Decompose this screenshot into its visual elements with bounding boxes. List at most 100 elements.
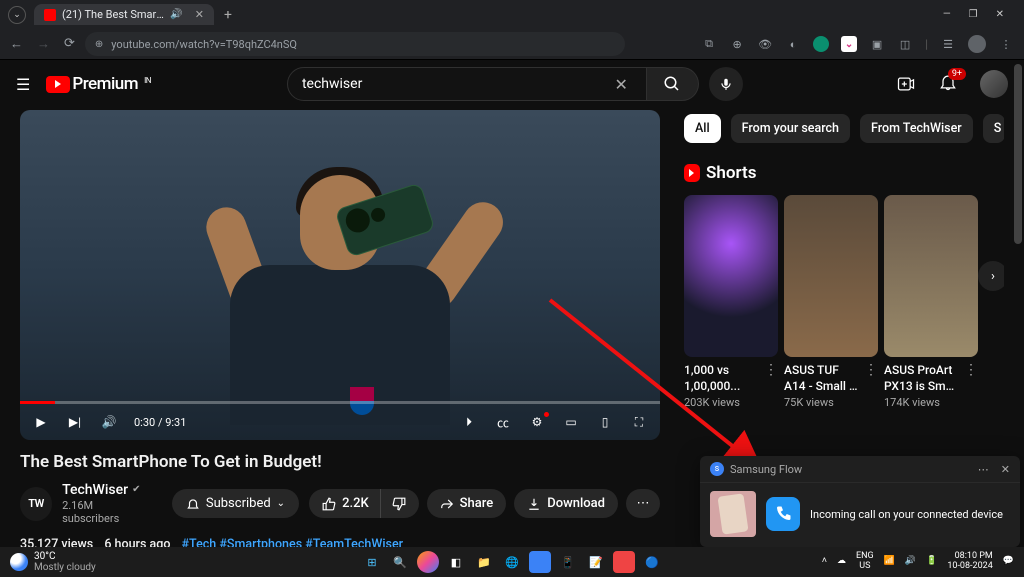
browser-profile-icon[interactable]	[968, 35, 986, 53]
windows-notification[interactable]: s Samsung Flow ⋯ ✕ Incoming call on your…	[700, 456, 1020, 547]
search-box[interactable]: ✕	[287, 67, 647, 101]
chip-more[interactable]: S	[983, 114, 1004, 143]
phone-link-icon[interactable]: 📱	[557, 551, 579, 573]
ext-pip-icon[interactable]: ▣	[869, 36, 885, 52]
notifications-button[interactable]: 9+	[938, 72, 958, 96]
settings-icon[interactable]: ⚙	[528, 415, 546, 429]
site-info-icon[interactable]: ⊕	[95, 39, 103, 50]
account-avatar[interactable]	[980, 70, 1008, 98]
bell-small-icon	[186, 497, 200, 511]
youtube-logo[interactable]: Premium IN	[46, 74, 151, 94]
url-text: youtube.com/watch?v=T98qhZC4nSQ	[111, 38, 297, 51]
ext-pocket-icon[interactable]: ⌄	[841, 36, 857, 52]
task-view-icon[interactable]: ◧	[445, 551, 467, 573]
download-button[interactable]: Download	[514, 489, 618, 518]
taskbar-weather[interactable]: 30°C Mostly cloudy	[10, 551, 96, 573]
next-icon[interactable]: ▶|	[66, 415, 84, 429]
autoplay-toggle[interactable]: ⏵	[460, 415, 478, 430]
windows-taskbar[interactable]: 30°C Mostly cloudy ⊞ 🔍 ◧ 📁 🌐 📱 📝 🔵 ˄ ☁ E…	[0, 547, 1024, 577]
notif-app-name: Samsung Flow	[730, 463, 802, 476]
edge-icon[interactable]: 🔵	[641, 551, 663, 573]
notification-center-icon[interactable]: 💬	[1003, 557, 1014, 567]
onedrive-icon[interactable]: ☁	[837, 557, 846, 567]
tab-close-icon[interactable]: ✕	[195, 8, 204, 21]
address-bar[interactable]: ⊕ youtube.com/watch?v=T98qhZC4nSQ	[85, 32, 625, 56]
shorts-next-icon[interactable]: ›	[978, 261, 1004, 291]
browser-tab[interactable]: (21) The Best SmartPhone T 🔊 ✕	[34, 4, 214, 25]
samsung-icon[interactable]	[529, 551, 551, 573]
like-button[interactable]: 2.2K	[309, 489, 381, 518]
ext-icon-1[interactable]: ◐	[785, 36, 801, 52]
zoom-icon[interactable]: ⊕	[729, 36, 745, 52]
search-icon	[663, 75, 681, 93]
system-tray[interactable]: ˄ ☁ ENG US 📶 🔊 🔋 08:10 PM 10-08-2024 💬	[822, 552, 1014, 572]
browser-menu-icon[interactable]: ⋮	[998, 36, 1014, 52]
eye-off-icon[interactable]: 👁	[757, 36, 773, 52]
tray-chevron-icon[interactable]: ˄	[822, 557, 827, 567]
channel-avatar[interactable]: TW	[20, 487, 52, 521]
back-icon[interactable]: ←	[10, 36, 23, 52]
volume-icon[interactable]: 🔊	[100, 415, 118, 429]
miniplayer-icon[interactable]: ▭	[562, 415, 580, 429]
ext-green-icon[interactable]	[813, 36, 829, 52]
primary-column: ▶ ▶| 🔊 0:30 / 9:31 ⏵ ㏄ ⚙ ▭ ▯ ⛶ The Best …	[20, 108, 660, 547]
search-taskbar-icon[interactable]: 🔍	[389, 551, 411, 573]
notif-body: Incoming call on your connected device	[700, 483, 1020, 547]
short-menu-icon[interactable]: ⋮	[964, 363, 978, 377]
reload-icon[interactable]: ⟳	[64, 36, 75, 52]
samsung-flow-icon: s	[710, 462, 724, 476]
open-external-icon[interactable]: ⧉	[701, 36, 717, 52]
wifi-icon[interactable]: 📶	[884, 557, 895, 567]
subscribe-button[interactable]: Subscribed ⌄	[172, 489, 299, 518]
fullscreen-icon[interactable]: ⛶	[630, 415, 648, 430]
create-icon[interactable]	[896, 74, 916, 94]
volume-tray-icon[interactable]: 🔊	[905, 557, 916, 567]
theater-icon[interactable]: ▯	[596, 415, 614, 429]
notif-badge: 9+	[948, 68, 966, 80]
short-menu-icon[interactable]: ⋮	[764, 363, 778, 377]
player-controls: ▶ ▶| 🔊 0:30 / 9:31 ⏵ ㏄ ⚙ ▭ ▯ ⛶	[20, 404, 660, 440]
search-input[interactable]	[302, 76, 611, 92]
forward-icon[interactable]: →	[37, 36, 50, 52]
shorts-header[interactable]: Shorts	[684, 163, 1004, 183]
explorer-icon[interactable]: 📁	[473, 551, 495, 573]
notif-close-icon[interactable]: ✕	[1001, 463, 1010, 476]
minimize-icon[interactable]: —	[943, 9, 951, 20]
copilot-icon[interactable]	[417, 551, 439, 573]
ext-shapes-icon[interactable]: ◫	[897, 36, 913, 52]
short-card[interactable]: 1,000 vs 1,00,000... ⋮ 203K views	[684, 195, 778, 409]
tab-search-icon[interactable]: ⌄	[8, 6, 26, 24]
video-player[interactable]: ▶ ▶| 🔊 0:30 / 9:31 ⏵ ㏄ ⚙ ▭ ▯ ⛶	[20, 110, 660, 440]
play-icon[interactable]: ▶	[32, 415, 50, 429]
chip-from-search[interactable]: From your search	[731, 114, 850, 143]
hamburger-icon[interactable]: ☰	[16, 75, 30, 94]
share-button[interactable]: Share	[427, 489, 507, 518]
clock-date: 10-08-2024	[947, 562, 992, 572]
channel-name[interactable]: TechWiser ✔	[62, 482, 148, 499]
maximize-icon[interactable]: ❐	[969, 9, 978, 20]
close-window-icon[interactable]: ✕	[996, 9, 1004, 20]
search-clear-icon[interactable]: ✕	[611, 75, 632, 94]
dislike-button[interactable]	[381, 489, 419, 518]
more-horizontal-icon: ⋯	[637, 496, 650, 511]
sharex-icon[interactable]	[613, 551, 635, 573]
chip-from-techwiser[interactable]: From TechWiser	[860, 114, 973, 143]
scrollbar-thumb[interactable]	[1014, 64, 1022, 244]
tab-audio-icon[interactable]: 🔊	[170, 9, 182, 20]
start-icon[interactable]: ⊞	[361, 551, 383, 573]
search-button[interactable]	[647, 67, 699, 101]
short-card[interactable]: ASUS TUF A14 - Small & Mighty... ⋮ 75K v…	[784, 195, 878, 409]
short-menu-icon[interactable]: ⋮	[864, 363, 878, 377]
battery-icon[interactable]: 🔋	[926, 557, 937, 567]
short-card[interactable]: ASUS ProArt PX13 is Small ... ⋮ 174K vie…	[884, 195, 978, 409]
notif-more-icon[interactable]: ⋯	[978, 463, 989, 476]
voice-search-button[interactable]	[709, 67, 743, 101]
more-actions-button[interactable]: ⋯	[626, 489, 660, 518]
page-scrollbar[interactable]	[1012, 60, 1024, 547]
chip-all[interactable]: All	[684, 114, 721, 143]
ext-reader-icon[interactable]: ☰	[940, 36, 956, 52]
new-tab-button[interactable]: +	[218, 7, 238, 23]
chrome-icon[interactable]: 🌐	[501, 551, 523, 573]
captions-icon[interactable]: ㏄	[494, 414, 512, 431]
notion-icon[interactable]: 📝	[585, 551, 607, 573]
